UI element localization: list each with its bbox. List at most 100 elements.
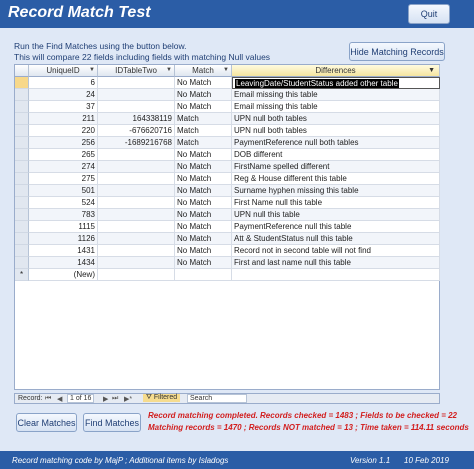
cell-uniqueid[interactable]: 256 bbox=[29, 137, 98, 149]
cell-match[interactable]: No Match bbox=[175, 233, 232, 245]
cell-uniqueid[interactable]: 524 bbox=[29, 197, 98, 209]
column-header-differences[interactable]: Differences ▼ bbox=[232, 65, 440, 77]
record-selector[interactable] bbox=[15, 101, 29, 113]
table-row[interactable]: 783 No Match UPN null this table bbox=[15, 209, 440, 221]
cell-differences[interactable]: Email missing this table bbox=[232, 101, 440, 113]
cell-differences[interactable]: Att & StudentStatus null this table bbox=[232, 233, 440, 245]
record-selector[interactable] bbox=[15, 77, 29, 89]
cell-match[interactable]: No Match bbox=[175, 221, 232, 233]
cell-idtabletwo[interactable] bbox=[98, 233, 175, 245]
cell-match[interactable]: Match bbox=[175, 137, 232, 149]
cell-idtabletwo[interactable] bbox=[98, 197, 175, 209]
cell-uniqueid[interactable]: 24 bbox=[29, 89, 98, 101]
cell-idtabletwo[interactable] bbox=[98, 149, 175, 161]
cell-uniqueid[interactable]: 6 bbox=[29, 77, 98, 89]
cell-match[interactable]: No Match bbox=[175, 257, 232, 269]
table-row[interactable]: 265 No Match DOB different bbox=[15, 149, 440, 161]
cell-match[interactable]: No Match bbox=[175, 161, 232, 173]
cell-match[interactable]: No Match bbox=[175, 173, 232, 185]
quit-button[interactable]: Quit bbox=[408, 4, 450, 24]
cell-differences[interactable]: First and last name null this table bbox=[232, 257, 440, 269]
first-record-icon[interactable]: ⏮ bbox=[45, 395, 51, 403]
cell-idtabletwo[interactable] bbox=[98, 89, 175, 101]
table-row[interactable]: 501 No Match Surname hyphen missing this t… bbox=[15, 185, 440, 197]
cell-idtabletwo[interactable] bbox=[98, 221, 175, 233]
results-datasheet[interactable]: UniqueID ▼ IDTableTwo ▼ Match ▼ Differen… bbox=[14, 64, 440, 390]
cell-match[interactable]: No Match bbox=[175, 197, 232, 209]
hide-matching-records-button[interactable]: Hide Matching Records bbox=[349, 42, 445, 61]
cell-uniqueid[interactable]: 274 bbox=[29, 161, 98, 173]
record-selector[interactable] bbox=[15, 245, 29, 257]
select-all-corner[interactable] bbox=[15, 65, 29, 77]
cell-differences[interactable]: PaymentReference null this table bbox=[232, 221, 440, 233]
table-row[interactable]: 6 No Match LeavingDate/StudentStatus added… bbox=[15, 77, 440, 89]
record-selector[interactable] bbox=[15, 209, 29, 221]
cell-match[interactable]: No Match bbox=[175, 245, 232, 257]
new-record-marker[interactable]: * bbox=[15, 269, 29, 281]
record-selector[interactable] bbox=[15, 185, 29, 197]
record-selector[interactable] bbox=[15, 113, 29, 125]
column-header-idtabletwo[interactable]: IDTableTwo ▼ bbox=[98, 65, 175, 77]
new-record-row[interactable]: * (New) bbox=[15, 269, 440, 281]
table-row[interactable]: 211 164338119 Match UPN null both tables bbox=[15, 113, 440, 125]
cell-differences[interactable]: UPN null both tables bbox=[232, 125, 440, 137]
cell-idtabletwo[interactable] bbox=[98, 101, 175, 113]
clear-matches-button[interactable]: Clear Matches bbox=[16, 413, 77, 432]
column-header-match[interactable]: Match ▼ bbox=[175, 65, 232, 77]
cell-uniqueid[interactable]: 37 bbox=[29, 101, 98, 113]
table-row[interactable]: 256 -1689216768 Match PaymentReference null… bbox=[15, 137, 440, 149]
record-selector[interactable] bbox=[15, 197, 29, 209]
cell-differences[interactable]: DOB different bbox=[232, 149, 440, 161]
cell-uniqueid[interactable]: 1126 bbox=[29, 233, 98, 245]
table-row[interactable]: 1434 No Match First and last name null thi… bbox=[15, 257, 440, 269]
cell-match[interactable]: Match bbox=[175, 125, 232, 137]
cell-idtabletwo[interactable] bbox=[98, 257, 175, 269]
cell-match[interactable]: No Match bbox=[175, 101, 232, 113]
new-record-icon[interactable]: ▶* bbox=[124, 395, 132, 403]
table-row[interactable]: 37 No Match Email missing this table bbox=[15, 101, 440, 113]
cell-differences[interactable]: First Name null this table bbox=[232, 197, 440, 209]
record-selector[interactable] bbox=[15, 125, 29, 137]
table-row[interactable]: 524 No Match First Name null this table bbox=[15, 197, 440, 209]
record-selector[interactable] bbox=[15, 221, 29, 233]
cell-differences[interactable]: FirstName spelled different bbox=[232, 161, 440, 173]
table-row[interactable]: 1431 No Match Record not in second table w… bbox=[15, 245, 440, 257]
cell-idtabletwo[interactable] bbox=[98, 173, 175, 185]
record-position-input[interactable]: 1 of 16 bbox=[67, 394, 95, 403]
record-selector[interactable] bbox=[15, 149, 29, 161]
cell-idtabletwo[interactable] bbox=[98, 245, 175, 257]
cell-uniqueid[interactable]: 211 bbox=[29, 113, 98, 125]
last-record-icon[interactable]: ⏭ bbox=[112, 395, 118, 403]
cell-match[interactable] bbox=[175, 269, 232, 281]
cell-match[interactable]: Match bbox=[175, 113, 232, 125]
cell-match[interactable]: No Match bbox=[175, 209, 232, 221]
table-row[interactable]: 275 No Match Reg & House different this ta… bbox=[15, 173, 440, 185]
cell-differences[interactable]: UPN null this table bbox=[232, 209, 440, 221]
cell-uniqueid[interactable]: 1431 bbox=[29, 245, 98, 257]
cell-uniqueid[interactable]: 220 bbox=[29, 125, 98, 137]
cell-uniqueid[interactable]: 783 bbox=[29, 209, 98, 221]
find-matches-button[interactable]: Find Matches bbox=[83, 413, 141, 432]
table-row[interactable]: 24 No Match Email missing this table bbox=[15, 89, 440, 101]
filter-icon[interactable]: ▼ bbox=[428, 67, 435, 74]
cell-idtabletwo[interactable]: -676620716 bbox=[98, 125, 175, 137]
cell-match[interactable]: No Match bbox=[175, 185, 232, 197]
cell-uniqueid[interactable]: 1434 bbox=[29, 257, 98, 269]
record-selector[interactable] bbox=[15, 161, 29, 173]
cell-idtabletwo[interactable] bbox=[98, 161, 175, 173]
cell-differences[interactable]: Email missing this table bbox=[232, 89, 440, 101]
cell-uniqueid[interactable]: 275 bbox=[29, 173, 98, 185]
previous-record-icon[interactable]: ◀ bbox=[57, 395, 62, 403]
cell-differences[interactable]: Surname hyphen missing this table bbox=[232, 185, 440, 197]
cell-differences[interactable]: LeavingDate/StudentStatus added other ta… bbox=[232, 77, 440, 89]
record-selector[interactable] bbox=[15, 173, 29, 185]
cell-idtabletwo[interactable]: 164338119 bbox=[98, 113, 175, 125]
filtered-toggle[interactable]: ⛛ Filtered bbox=[143, 394, 181, 402]
cell-match[interactable]: No Match bbox=[175, 77, 232, 89]
table-row[interactable]: 1126 No Match Att & StudentStatus null thi… bbox=[15, 233, 440, 245]
cell-match[interactable]: No Match bbox=[175, 89, 232, 101]
chevron-down-icon[interactable]: ▼ bbox=[223, 67, 229, 73]
cell-differences[interactable]: Record not in second table will not find bbox=[232, 245, 440, 257]
record-selector[interactable] bbox=[15, 233, 29, 245]
table-row[interactable]: 1115 No Match PaymentReference null this t… bbox=[15, 221, 440, 233]
